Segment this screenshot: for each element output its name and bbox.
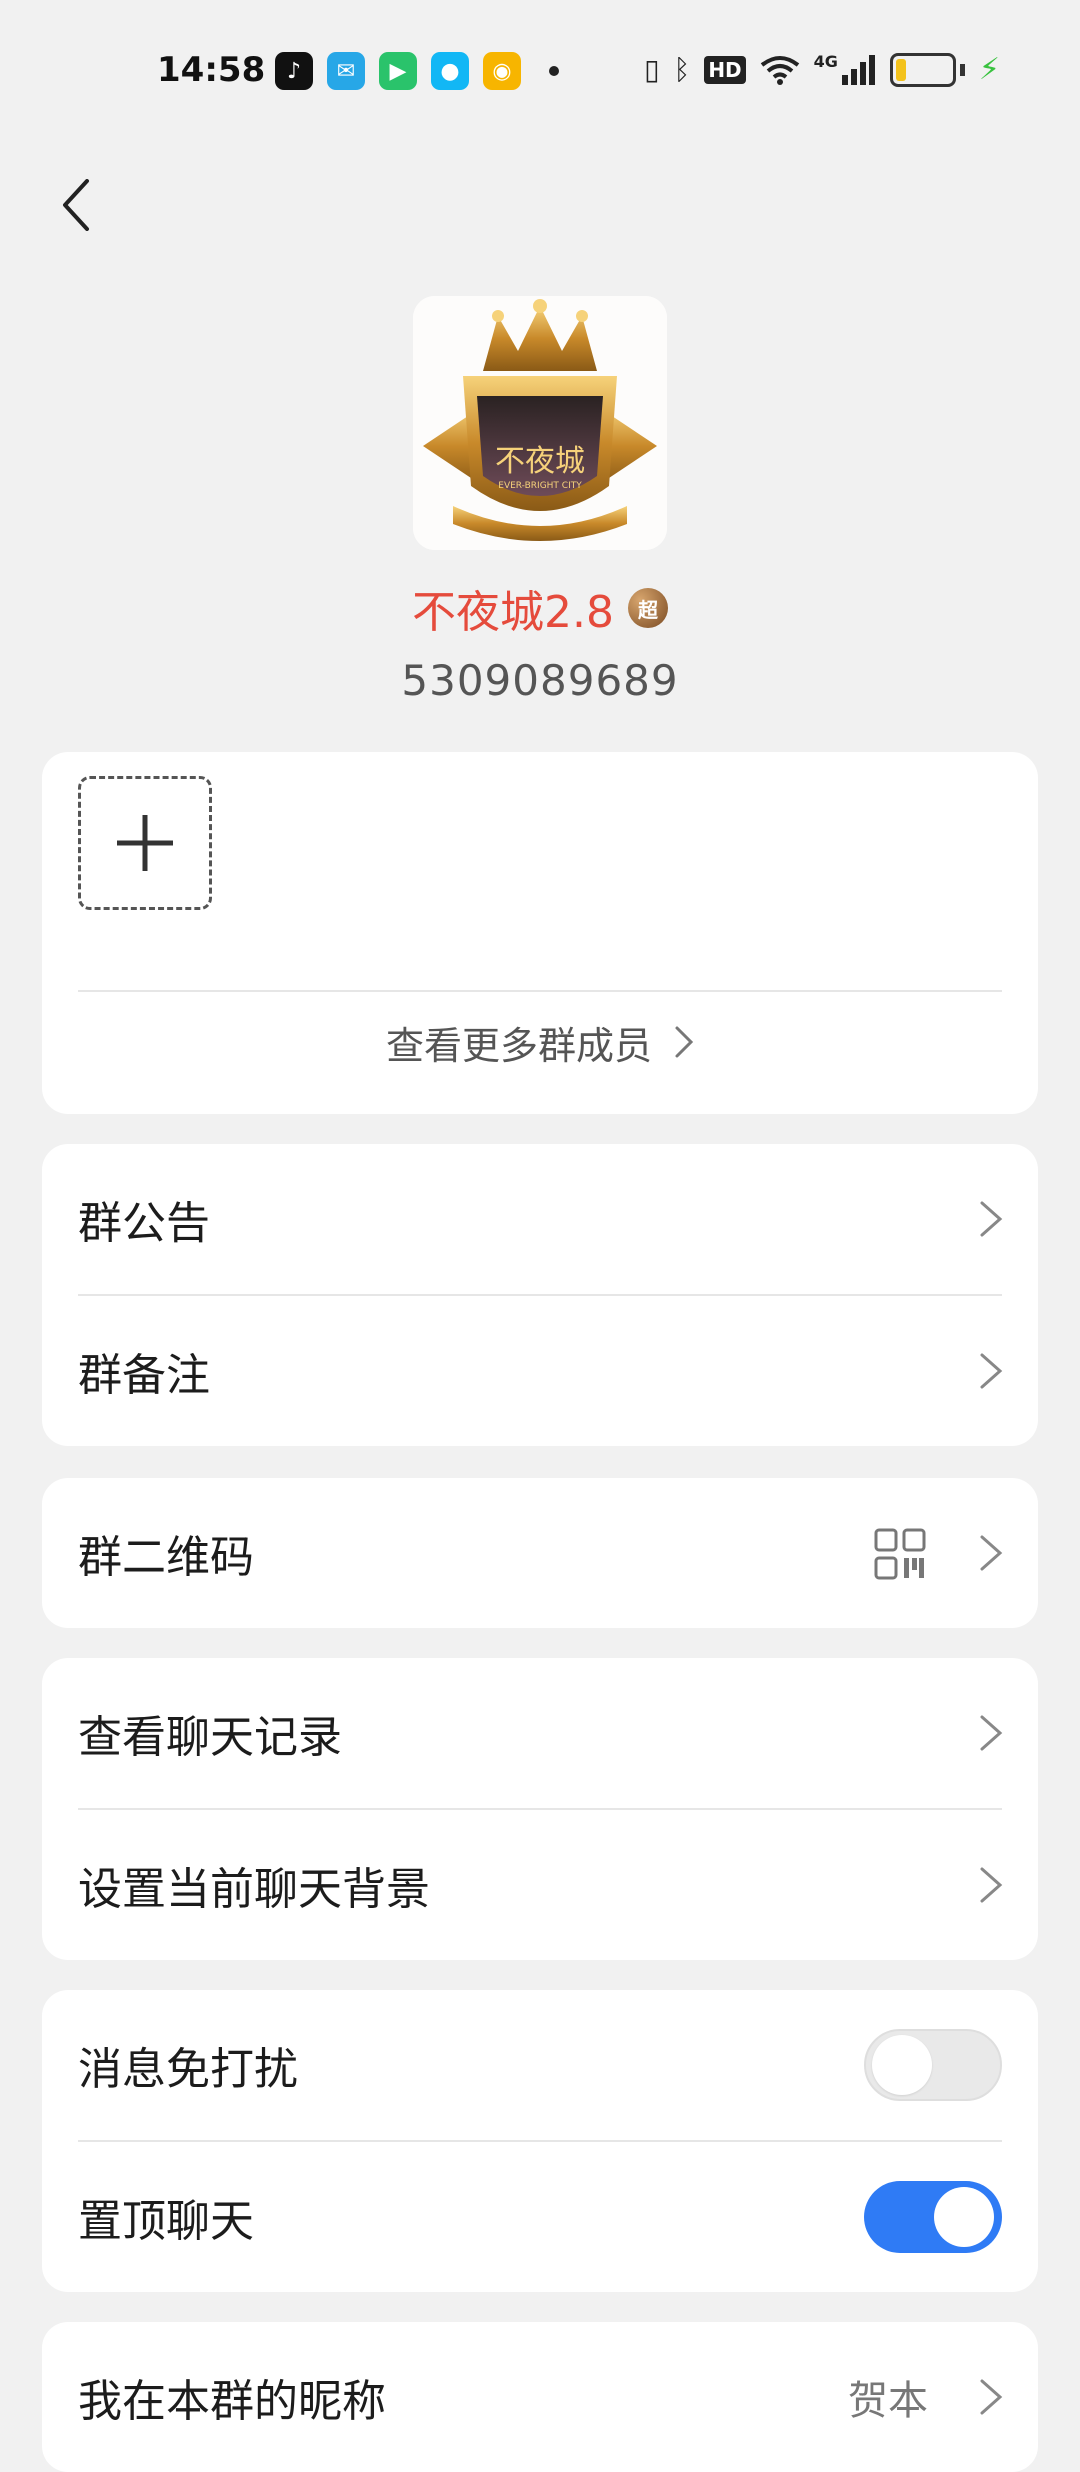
bluetooth-icon: ᛒ: [673, 53, 691, 86]
weibo-icon: ◉: [483, 52, 521, 90]
wifi-icon: [760, 55, 799, 85]
video-app-icon: ▶: [379, 52, 417, 90]
chevron-right-icon: [980, 1353, 1003, 1389]
group-avatar[interactable]: 不夜城 EVER-BRIGHT CITY: [413, 296, 667, 550]
vibrate-icon: ▯: [644, 53, 660, 86]
group-qr-code-row[interactable]: 群二维码: [42, 1478, 1038, 1628]
chevron-right-icon: [980, 1535, 1003, 1571]
nickname-card: 我在本群的昵称 贺本: [42, 2322, 1038, 2472]
status-time: 14:58: [157, 50, 266, 90]
plus-icon: [117, 815, 173, 871]
do-not-disturb-row: 消息免打扰: [42, 1990, 1038, 2140]
back-arrow-icon: [63, 179, 89, 231]
chat-card: 查看聊天记录 设置当前聊天背景: [42, 1658, 1038, 1960]
super-group-badge: 超: [627, 588, 668, 628]
group-id: 5309089689: [401, 656, 679, 705]
chat-history-row[interactable]: 查看聊天记录: [42, 1658, 1038, 1808]
group-qr-code-label: 群二维码: [78, 1532, 254, 1583]
hd-icon: HD: [704, 55, 746, 84]
group-remark-row[interactable]: 群备注: [42, 1296, 1038, 1446]
svg-text:EVER-BRIGHT CITY: EVER-BRIGHT CITY: [498, 481, 582, 491]
toggle-knob: [934, 2187, 994, 2247]
battery-tip: [959, 63, 965, 76]
bird-app-icon: ✉: [327, 52, 365, 90]
system-icons: ▯ ᛒ HD 4G ⚡: [644, 52, 1000, 87]
more-notifications-dot: [549, 66, 559, 76]
members-card: 查看更多群成员: [42, 752, 1038, 1114]
tiktok-icon: ♪: [275, 52, 313, 90]
group-name: 不夜城2.8: [412, 587, 614, 638]
chevron-right-icon: [980, 1715, 1003, 1751]
my-nickname-value: 贺本: [848, 2378, 928, 2424]
chevron-right-icon: [980, 2379, 1003, 2415]
chevron-right-icon: [980, 1867, 1003, 1903]
group-name-row: 不夜城2.8 超: [0, 576, 1080, 640]
svg-text:不夜城: 不夜城: [495, 444, 585, 479]
do-not-disturb-toggle[interactable]: [864, 2029, 1002, 2101]
chat-background-row[interactable]: 设置当前聊天背景: [42, 1810, 1038, 1960]
view-more-members-button[interactable]: 查看更多群成员: [42, 992, 1038, 1092]
group-info-card: 群公告 群备注: [42, 1144, 1038, 1446]
qr-code-icon: [874, 1528, 926, 1580]
signal-icon: [841, 54, 875, 85]
charging-icon: ⚡: [978, 52, 1000, 87]
announcement-row[interactable]: 群公告: [42, 1144, 1038, 1294]
status-bar: 14:58 ♪ ✉ ▶ ● ◉ ▯ ᛒ HD 4G ⚡: [0, 0, 1080, 140]
group-remark-label: 群备注: [78, 1350, 210, 1401]
battery-icon: [889, 52, 956, 87]
announcement-label: 群公告: [78, 1198, 210, 1249]
crown-shield-logo: 不夜城 EVER-BRIGHT CITY: [413, 296, 667, 550]
chevron-right-icon: [980, 1201, 1003, 1237]
do-not-disturb-label: 消息免打扰: [78, 2044, 298, 2095]
pin-chat-label: 置顶聊天: [78, 2196, 254, 2247]
toggles-card: 消息免打扰 置顶聊天: [42, 1990, 1038, 2292]
toggle-knob: [872, 2035, 932, 2095]
add-member-button[interactable]: [78, 776, 212, 910]
qr-card: 群二维码: [42, 1478, 1038, 1628]
my-nickname-row[interactable]: 我在本群的昵称 贺本: [42, 2322, 1038, 2472]
back-button[interactable]: [46, 170, 106, 240]
chat-background-label: 设置当前聊天背景: [78, 1864, 430, 1915]
chevron-right-icon: [675, 1026, 694, 1058]
qq-icon: ●: [431, 52, 469, 90]
chat-history-label: 查看聊天记录: [78, 1712, 342, 1763]
notification-icons: ♪ ✉ ▶ ● ◉: [275, 52, 559, 90]
pin-chat-toggle[interactable]: [864, 2181, 1002, 2253]
view-more-members-label: 查看更多群成员: [385, 1023, 652, 1068]
network-type: 4G: [813, 52, 838, 71]
pin-chat-row: 置顶聊天: [42, 2142, 1038, 2292]
my-nickname-label: 我在本群的昵称: [78, 2376, 386, 2427]
